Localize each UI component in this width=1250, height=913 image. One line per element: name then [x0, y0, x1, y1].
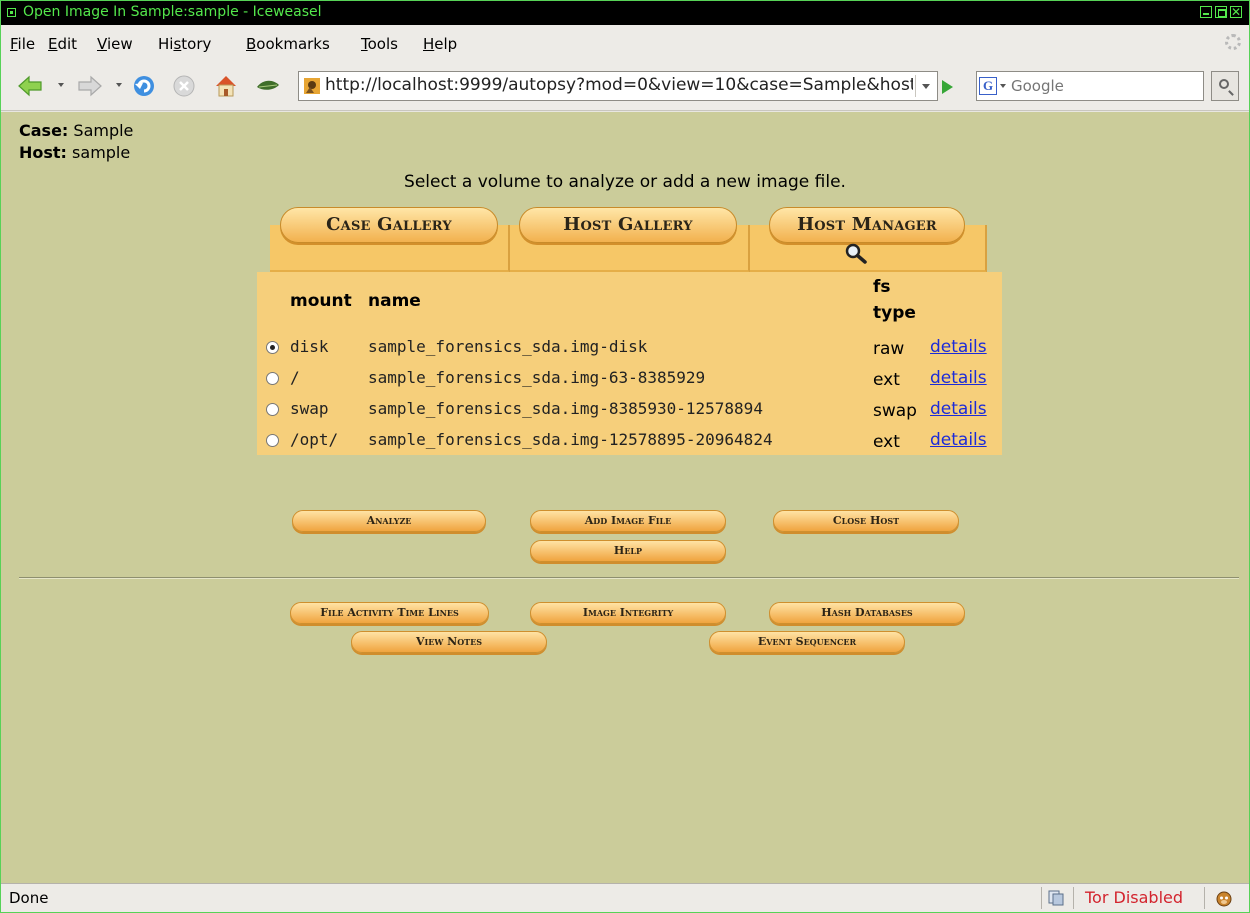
tab-host-manager[interactable]: Host Manager — [769, 207, 965, 243]
details-link[interactable]: details — [930, 337, 987, 357]
status-separator — [1204, 887, 1205, 909]
maximize-icon[interactable] — [1215, 6, 1227, 18]
hash-databases-button[interactable]: Hash Databases — [769, 602, 965, 624]
back-history-dropdown[interactable] — [58, 83, 64, 87]
name-cell: sample_forensics_sda.img-63-8385929 — [368, 368, 706, 387]
window-menu-icon[interactable] — [7, 8, 16, 17]
close-host-button[interactable]: Close Host — [773, 510, 959, 532]
search-button[interactable] — [1211, 71, 1239, 101]
home-icon[interactable] — [213, 73, 239, 99]
view-notes-button[interactable]: View Notes — [351, 631, 547, 653]
page-content: Case: Sample Host: sample Select a volum… — [1, 112, 1249, 883]
window-title: Open Image In Sample:sample - Iceweasel — [23, 4, 322, 20]
fstype-cell: swap — [873, 401, 917, 421]
volume-radio[interactable] — [266, 434, 279, 447]
name-cell: sample_forensics_sda.img-8385930-1257889… — [368, 399, 763, 418]
status-separator — [1073, 887, 1074, 909]
fstype-cell: ext — [873, 370, 900, 390]
analyze-button[interactable]: Analyze — [292, 510, 486, 532]
mount-cell: disk — [290, 337, 329, 356]
details-link[interactable]: details — [930, 399, 987, 419]
menu-history[interactable]: History — [158, 35, 211, 53]
menu-tools[interactable]: Tools — [361, 35, 398, 53]
status-bar: Done Tor Disabled — [1, 883, 1249, 912]
file-activity-time-lines-button[interactable]: File Activity Time Lines — [290, 602, 489, 624]
case-value: Sample — [73, 121, 134, 140]
page-icon[interactable] — [1048, 890, 1064, 906]
divider — [19, 577, 1239, 579]
col-header-name: name — [368, 291, 421, 311]
url-history-dropdown[interactable] — [915, 75, 935, 97]
menu-file[interactable]: File — [10, 35, 35, 53]
reload-icon[interactable] — [131, 73, 157, 99]
mount-cell: swap — [290, 399, 329, 418]
url-text[interactable]: http://localhost:9999/autopsy?mod=0&view… — [325, 75, 913, 95]
table-row: /opt/ sample_forensics_sda.img-12578895-… — [257, 425, 1002, 455]
event-sequencer-button[interactable]: Event Sequencer — [709, 631, 905, 653]
table-row: disk sample_forensics_sda.img-disk raw d… — [257, 332, 1002, 362]
menu-edit[interactable]: Edit — [48, 35, 77, 53]
volume-radio[interactable] — [266, 403, 279, 416]
tor-status[interactable]: Tor Disabled — [1085, 888, 1183, 907]
search-engine-icon[interactable]: G — [979, 77, 997, 95]
search-engine-dropdown[interactable] — [1000, 84, 1006, 88]
forward-history-dropdown[interactable] — [116, 83, 122, 87]
menu-view[interactable]: View — [97, 35, 133, 53]
site-icon — [303, 77, 321, 95]
title-bar[interactable]: Open Image In Sample:sample - Iceweasel … — [1, 1, 1249, 25]
url-bar[interactable]: http://localhost:9999/autopsy?mod=0&view… — [298, 71, 938, 101]
case-info: Case: Sample Host: sample — [19, 120, 133, 164]
menu-bookmarks[interactable]: Bookmarks — [246, 35, 330, 53]
back-icon[interactable] — [17, 73, 43, 99]
host-label: Host: — [19, 143, 67, 162]
instruction-text: Select a volume to analyze or add a new … — [404, 172, 846, 192]
details-link[interactable]: details — [930, 368, 987, 388]
table-row: swap sample_forensics_sda.img-8385930-12… — [257, 394, 1002, 424]
minimize-icon[interactable] — [1200, 6, 1212, 18]
browser-window: Open Image In Sample:sample - Iceweasel … — [0, 0, 1250, 913]
greasemonkey-icon[interactable] — [1215, 890, 1233, 908]
details-link[interactable]: details — [930, 430, 987, 450]
search-input[interactable] — [1009, 75, 1199, 97]
help-button[interactable]: Help — [530, 540, 726, 562]
status-text: Done — [9, 889, 49, 907]
col-header-fs: fs — [873, 277, 891, 297]
magnifier-icon — [845, 243, 867, 265]
mount-cell: / — [290, 368, 300, 387]
menu-bar: File Edit View History Bookmarks Tools H… — [1, 25, 1249, 63]
fstype-cell: ext — [873, 432, 900, 452]
mount-cell: /opt/ — [290, 430, 339, 449]
search-icon — [1219, 79, 1229, 89]
stop-icon[interactable] — [171, 73, 197, 99]
throbber-icon — [1225, 34, 1241, 50]
name-cell: sample_forensics_sda.img-12578895-209648… — [368, 430, 773, 449]
go-icon[interactable] — [942, 80, 953, 94]
col-header-mount: mount — [290, 291, 352, 311]
tab-host-gallery[interactable]: Host Gallery — [519, 207, 737, 243]
fstype-cell: raw — [873, 339, 905, 359]
tab-bar: Case Gallery Host Gallery Host Manager — [270, 207, 987, 273]
volume-radio[interactable] — [266, 372, 279, 385]
case-label: Case: — [19, 121, 69, 140]
table-row: / sample_forensics_sda.img-63-8385929 ex… — [257, 363, 1002, 393]
forward-icon[interactable] — [77, 73, 103, 99]
navigation-toolbar: http://localhost:9999/autopsy?mod=0&view… — [1, 63, 1249, 111]
name-cell: sample_forensics_sda.img-disk — [368, 337, 648, 356]
status-separator — [1041, 887, 1042, 909]
add-image-file-button[interactable]: Add Image File — [530, 510, 726, 532]
leaf-icon[interactable] — [255, 73, 281, 99]
volume-radio[interactable] — [266, 341, 279, 354]
search-box[interactable]: G — [976, 71, 1204, 101]
image-integrity-button[interactable]: Image Integrity — [530, 602, 726, 624]
col-header-type: type — [873, 303, 916, 323]
close-window-icon[interactable]: ✕ — [1230, 6, 1242, 18]
host-value: sample — [72, 143, 131, 162]
menu-help[interactable]: Help — [423, 35, 457, 53]
volume-table: mount name fs type disk sample_forensics… — [257, 272, 1002, 455]
tab-case-gallery[interactable]: Case Gallery — [280, 207, 498, 243]
